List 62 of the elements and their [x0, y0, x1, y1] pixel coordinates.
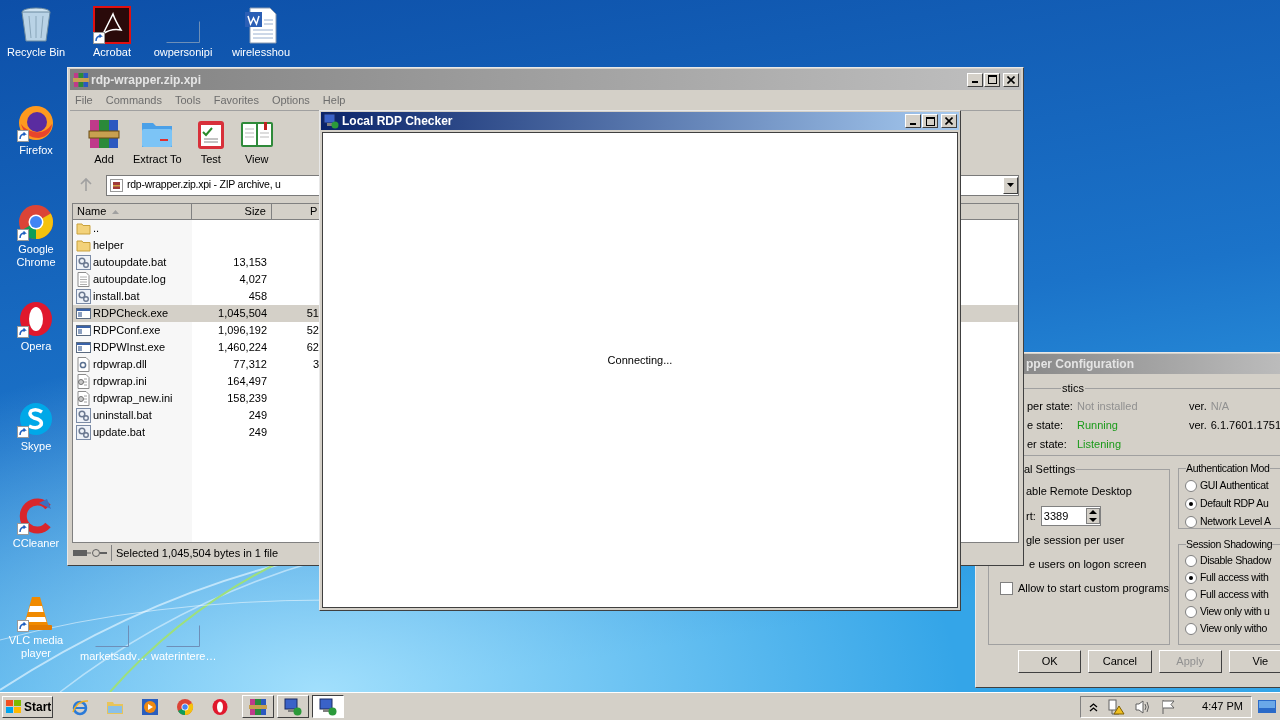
file-name: autoupdate.log	[93, 272, 166, 288]
file-name: RDPWInst.exe	[93, 340, 166, 356]
file-name: autoupdate.bat	[93, 255, 167, 271]
version-value: N/A	[1210, 398, 1230, 414]
group-label: al Settings	[1023, 462, 1077, 477]
file-size: 1,460,224	[218, 340, 267, 356]
file-name: RDPCheck.exe	[93, 306, 169, 322]
file-name: rdpwrap_new.ini	[93, 391, 173, 407]
window-title: pper Configuration	[1026, 356, 1134, 373]
version-label: ver.	[1189, 417, 1207, 433]
option-label: Network Level A	[1200, 513, 1271, 529]
window-title: rdp-wrapper.zip.xpi	[91, 71, 201, 89]
group-label: stics	[1061, 381, 1085, 396]
group-label: Authentication Mod	[1186, 461, 1270, 476]
file-size: 458	[248, 289, 267, 305]
file-name: rdpwrap.dll	[93, 357, 147, 373]
diagnostic-label: e state:	[1027, 417, 1065, 433]
option-label: Full access with	[1200, 587, 1269, 603]
file-size: 1,096,192	[218, 323, 267, 339]
status-message: Connecting...	[607, 352, 673, 368]
file-size: 249	[248, 425, 267, 441]
file-size: 249	[248, 408, 267, 424]
packed-size: 52	[306, 323, 319, 339]
option-label: Default RDP Au	[1200, 495, 1269, 511]
packed-size: 3	[312, 357, 319, 373]
option-label: View only with u	[1200, 604, 1270, 620]
diagnostic-value: Listening	[1077, 436, 1123, 452]
diagnostic-label: er state:	[1027, 436, 1068, 452]
packed-size: 62	[306, 340, 319, 356]
status-text: Selected 1,045,504 bytes in 1 file	[111, 544, 279, 562]
option-label: Full access with	[1200, 570, 1269, 586]
file-name: rdpwrap.ini	[93, 374, 147, 390]
option-label: gle session per user	[1026, 533, 1125, 549]
option-label: GUI Authenticat	[1200, 477, 1269, 493]
option-label: e users on logon screen	[1029, 557, 1147, 573]
file-size: 158,239	[227, 391, 267, 407]
file-name: ..	[93, 221, 100, 237]
option-label: Disable Shadow	[1200, 553, 1271, 569]
file-size: 77,312	[233, 357, 267, 373]
clock: 4:47 PM	[1202, 699, 1243, 715]
file-name: helper	[93, 238, 124, 254]
file-size: 1,045,504	[218, 306, 267, 322]
diagnostic-value: Running	[1077, 417, 1119, 433]
file-size: 4,027	[239, 272, 267, 288]
file-name: uninstall.bat	[93, 408, 152, 424]
version-value: 6.1.7601.1751	[1210, 417, 1280, 433]
window-title: Local RDP Checker	[342, 113, 453, 130]
file-size: 13,153	[233, 255, 267, 271]
path-text: rdp-wrapper.zip.xpi - ZIP archive, u	[127, 177, 281, 193]
file-size: 164,497	[227, 374, 267, 390]
diagnostic-label: per state:	[1027, 398, 1074, 414]
option-label: Allow to start custom programs	[1018, 580, 1169, 596]
group-label: Session Shadowing	[1186, 537, 1273, 552]
packed-size: 51	[306, 306, 319, 322]
file-name: update.bat	[93, 425, 145, 441]
diagnostic-value: Not installed	[1077, 398, 1139, 414]
option-label: able Remote Desktop	[1026, 484, 1132, 500]
file-name: install.bat	[93, 289, 140, 305]
file-name: RDPConf.exe	[93, 323, 161, 339]
option-label: View only witho	[1200, 621, 1267, 637]
version-label: ver.	[1189, 398, 1207, 414]
port-label: rt:	[1026, 508, 1036, 524]
